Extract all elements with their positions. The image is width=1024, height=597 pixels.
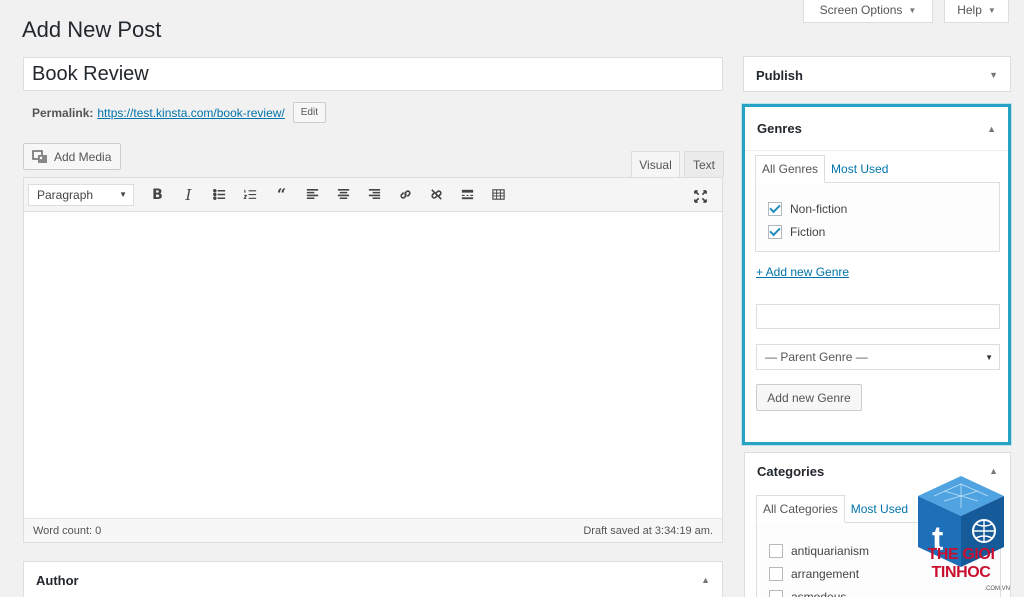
read-more-icon[interactable] bbox=[452, 183, 483, 207]
list-item: Fiction bbox=[768, 220, 987, 243]
author-box-header[interactable]: Author ▲ bbox=[24, 562, 722, 597]
numbered-list-icon[interactable] bbox=[235, 183, 266, 207]
new-genre-input[interactable] bbox=[756, 304, 1000, 329]
editor-toolbar: Paragraph ▼ B I “ bbox=[24, 178, 722, 212]
genre-label: Fiction bbox=[790, 224, 826, 239]
blockquote-icon[interactable]: “ bbox=[266, 183, 297, 207]
bullet-list-icon[interactable] bbox=[204, 183, 235, 207]
author-box: Author ▲ bbox=[23, 561, 723, 597]
category-label: arrangement bbox=[791, 566, 860, 581]
add-media-label: Add Media bbox=[54, 149, 112, 164]
tab-most-used-genres[interactable]: Most Used bbox=[825, 155, 894, 183]
expand-down-icon[interactable]: ▼ bbox=[989, 70, 998, 80]
watermark-text: THE GIOI TINHOC bbox=[927, 546, 995, 581]
category-label: antiquarianism bbox=[791, 543, 870, 558]
parent-genre-select[interactable]: — Parent Genre — ▼ bbox=[756, 344, 1000, 370]
format-select[interactable]: Paragraph ▼ bbox=[28, 183, 134, 206]
format-select-value: Paragraph bbox=[37, 187, 94, 202]
align-left-icon[interactable] bbox=[297, 183, 328, 207]
page-title: Add New Post bbox=[22, 17, 162, 42]
tab-all-categories[interactable]: All Categories bbox=[756, 495, 845, 523]
screen-options-label: Screen Options bbox=[819, 3, 903, 17]
permalink-row: Permalink: https://test.kinsta.com/book-… bbox=[32, 102, 326, 123]
add-new-genre-link[interactable]: + Add new Genre bbox=[756, 265, 849, 279]
genres-box: Genres ▲ All Genres Most Used Non-fictio… bbox=[742, 104, 1011, 445]
tab-visual[interactable]: Visual bbox=[631, 151, 680, 177]
media-icon bbox=[32, 149, 47, 163]
genre-checkbox[interactable] bbox=[768, 224, 782, 239]
categories-tabs: All Categories Most Used bbox=[756, 495, 914, 523]
tab-text[interactable]: Text bbox=[684, 151, 724, 177]
caret-down-icon: ▼ bbox=[985, 352, 993, 362]
genre-checkbox[interactable] bbox=[768, 201, 782, 216]
screen-options-button[interactable]: Screen Options ▼ bbox=[803, 0, 933, 23]
align-center-icon[interactable] bbox=[328, 183, 359, 207]
bold-icon[interactable]: B bbox=[142, 183, 173, 207]
publish-box-header[interactable]: Publish ▼ bbox=[744, 57, 1010, 93]
author-box-title: Author bbox=[36, 572, 79, 588]
watermark: t THE GIOI TINHOC .COM.VN bbox=[904, 474, 1018, 594]
fullscreen-icon[interactable] bbox=[685, 184, 716, 208]
publish-box-title: Publish bbox=[756, 67, 803, 83]
add-media-button[interactable]: Add Media bbox=[23, 143, 121, 170]
category-checkbox[interactable] bbox=[769, 566, 783, 581]
help-label: Help bbox=[957, 3, 982, 17]
category-checkbox[interactable] bbox=[769, 543, 783, 558]
category-label: asmodeus bbox=[791, 589, 847, 597]
genre-label: Non-fiction bbox=[790, 201, 848, 216]
draft-saved-status: Draft saved at 3:34:19 am. bbox=[583, 524, 713, 537]
genres-checklist: Non-fiction Fiction bbox=[755, 182, 1000, 252]
add-new-genre-button[interactable]: Add new Genre bbox=[756, 384, 862, 411]
edit-permalink-button[interactable]: Edit bbox=[292, 102, 326, 123]
publish-box: Publish ▼ bbox=[743, 56, 1011, 92]
post-editor: Paragraph ▼ B I “ Word count: 0 Draft sa… bbox=[23, 177, 723, 543]
caret-down-icon: ▼ bbox=[119, 190, 127, 199]
editor-content-area[interactable] bbox=[24, 212, 722, 519]
toolbar-toggle-icon[interactable] bbox=[483, 183, 514, 207]
italic-icon[interactable]: I bbox=[173, 183, 204, 207]
collapse-up-icon[interactable]: ▲ bbox=[987, 124, 996, 134]
permalink-label: Permalink: bbox=[32, 105, 94, 120]
tab-all-genres[interactable]: All Genres bbox=[755, 155, 826, 183]
parent-genre-value: — Parent Genre — bbox=[765, 350, 868, 364]
permalink-link[interactable]: https://test.kinsta.com/book-review/ bbox=[97, 106, 284, 120]
categories-box-title: Categories bbox=[757, 463, 825, 479]
category-checkbox[interactable] bbox=[769, 589, 783, 597]
caret-down-icon: ▼ bbox=[908, 5, 917, 15]
word-count: Word count: 0 bbox=[33, 524, 102, 537]
align-right-icon[interactable] bbox=[359, 183, 390, 207]
link-icon[interactable] bbox=[390, 183, 421, 207]
post-title-input[interactable]: Book Review bbox=[23, 57, 723, 91]
editor-status-bar: Word count: 0 Draft saved at 3:34:19 am. bbox=[24, 518, 722, 542]
genres-tabs: All Genres Most Used bbox=[755, 155, 894, 183]
genres-box-title: Genres bbox=[757, 121, 802, 136]
genres-box-header[interactable]: Genres ▲ bbox=[745, 107, 1008, 151]
collapse-up-icon[interactable]: ▲ bbox=[701, 575, 710, 585]
list-item: Non-fiction bbox=[768, 197, 987, 220]
help-button[interactable]: Help ▼ bbox=[944, 0, 1009, 23]
watermark-subtext: .COM.VN bbox=[984, 586, 1010, 592]
unlink-icon[interactable] bbox=[421, 183, 452, 207]
caret-down-icon: ▼ bbox=[987, 5, 996, 15]
